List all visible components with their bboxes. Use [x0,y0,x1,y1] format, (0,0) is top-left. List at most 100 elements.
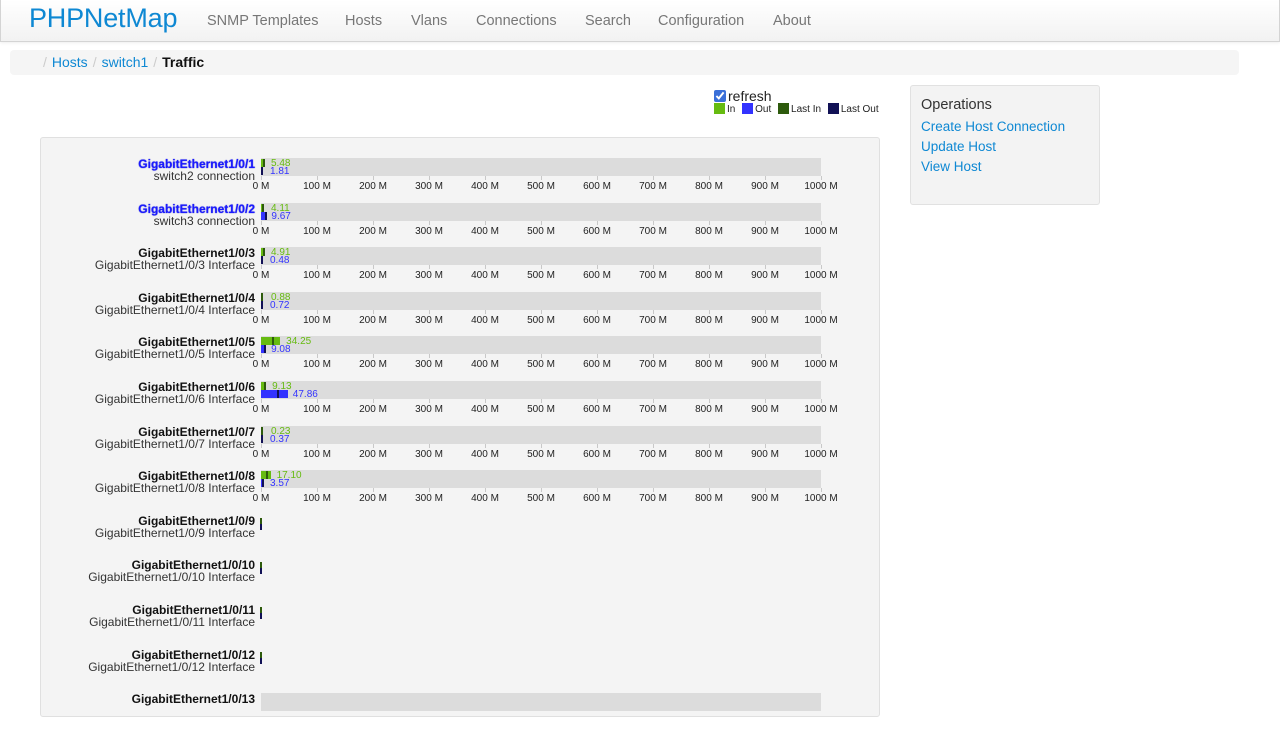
nav-configuration[interactable]: Configuration [658,13,744,29]
axis-tick [429,399,430,403]
nav-vlans[interactable]: Vlans [411,13,447,29]
axis-tick [765,443,766,448]
axis-tick-label: 800 M [695,225,723,237]
axis-tick [541,176,542,180]
interface-description: GigabitEthernet1/0/3 Interface [94,258,255,273]
axis-tick [765,176,766,180]
traffic-track [261,693,821,712]
axis-tick-label: 600 M [583,314,611,326]
traffic-track: 0.23 0.37 [261,425,821,444]
interface-description: GigabitEthernet1/0/6 Interface [94,392,255,406]
axis-tick [485,309,486,314]
traffic-track: 9.13 47.86 [261,381,821,400]
interface-row: GigabitEthernet1/0/11 GigabitEthernet1/0/… [41,604,881,648]
axis-tick-label: 800 M [695,493,723,505]
axis-tick [261,176,262,180]
last-in-marker [262,159,265,167]
axis-tick-label: 400 M [471,404,499,415]
axis-tick-label: 500 M [527,404,555,415]
axis-tick-label: 900 M [751,270,779,282]
breadcrumb-switch1[interactable]: switch1 [102,54,149,70]
axis-tick [317,488,318,493]
axis-tick-label: 800 M [695,404,723,415]
axis-tick-label: 300 M [415,359,443,371]
axis-tick-label: 900 M [751,181,779,192]
traffic-track: 5.48 1.81 [261,158,821,177]
axis-tick-label: 400 M [471,493,499,505]
axis-tick [317,220,318,225]
axis-tick-label: 0 M [252,314,270,326]
axis-tick [261,443,262,448]
axis-tick [429,443,430,448]
axis-tick-label: 100 M [303,225,331,237]
axis-tick [317,265,318,270]
interface-name[interactable]: GigabitEthernet1/0/2 [138,203,255,215]
navbar: PHPNetMap SNMP Templates Hosts Vlans Con… [0,0,1280,42]
interface-name: GigabitEthernet1/0/4 [138,290,255,305]
refresh-toggle[interactable]: refresh [714,88,772,104]
operations-title: Operations [921,97,992,113]
nav-search[interactable]: Search [585,13,631,29]
interface-row: GigabitEthernet1/0/13 [41,693,881,737]
axis-tick [597,399,598,403]
axis-tick-label: 1000 M [804,181,838,192]
axis-tick [373,488,374,493]
legend-label-last-out: Last Out [840,104,879,115]
axis-tick [653,488,654,493]
axis-tick [317,309,318,314]
axis-tick-label: 400 M [471,225,499,237]
last-out-marker [261,300,263,309]
axis-tick [597,443,598,448]
axis-tick-label: 500 M [527,448,555,460]
nav-hosts[interactable]: Hosts [345,13,382,29]
axis-tick-label: 800 M [695,314,723,326]
axis-tick-label: 400 M [471,448,499,460]
update-host-link[interactable]: Update Host [921,137,1089,157]
create-host-connection-link[interactable]: Create Host Connection [921,117,1089,137]
brand-logo[interactable]: PHPNetMap [29,3,177,34]
nav-about[interactable]: About [773,13,811,29]
axis-tick-label: 300 M [415,493,443,505]
axis-tick-label: 800 M [695,270,723,282]
axis-tick-label: 200 M [359,314,387,326]
axis-tick [261,265,262,270]
axis-tick [373,220,374,225]
refresh-checkbox[interactable] [714,90,726,102]
legend-label-last-in: Last In [791,104,822,115]
last-in-marker [261,426,263,435]
breadcrumb-separator: / [92,54,97,70]
nav-connections[interactable]: Connections [476,13,557,29]
interface-row: GigabitEthernet1/0/4 GigabitEthernet1/0/4… [41,290,881,336]
interface-row: GigabitEthernet1/0/9 GigabitEthernet1/0/9… [41,515,881,559]
interface-row: GigabitEthernet1/0/7 GigabitEthernet1/0/7… [41,425,881,470]
axis-tick-label: 100 M [303,359,331,371]
axis-tick-label: 200 M [359,404,387,415]
axis-tick [429,220,430,225]
axis-tick-label: 1000 M [804,314,838,326]
axis-tick [709,176,710,180]
axis-tick-label: 300 M [415,181,443,192]
axis-tick [709,265,710,270]
axis-tick [261,309,262,314]
axis-tick [317,443,318,448]
breadcrumb: / Hosts / switch1/Traffic [10,50,1239,75]
breadcrumb-traffic: Traffic [162,54,205,70]
axis-tick [821,354,822,359]
breadcrumb-hosts[interactable]: Hosts [52,54,88,70]
interface-row: GigabitEthernet1/0/1 switch2 connection 5.… [41,158,881,202]
axis-tick-label: 600 M [583,404,611,415]
axis-tick-label: 100 M [303,493,331,505]
last-out-marker [261,256,263,265]
axis-tick-label: 700 M [639,493,667,505]
x-axis: 0 M 100 M 200 M 300 M 400 M 500 M 600 M 700 M 80… [253,265,838,282]
axis-tick [541,354,542,359]
refresh-label: refresh [728,88,772,104]
x-axis: 0 M 100 M 200 M 300 M 400 M 500 M 600 M 700 M 80… [253,399,838,415]
axis-tick [709,309,710,314]
last-out-marker [264,345,267,354]
view-host-link[interactable]: View Host [921,157,1089,177]
last-out-marker [260,523,262,530]
axis-tick [485,354,486,359]
axis-tick-label: 600 M [583,181,611,192]
nav-snmp-templates[interactable]: SNMP Templates [207,13,318,29]
